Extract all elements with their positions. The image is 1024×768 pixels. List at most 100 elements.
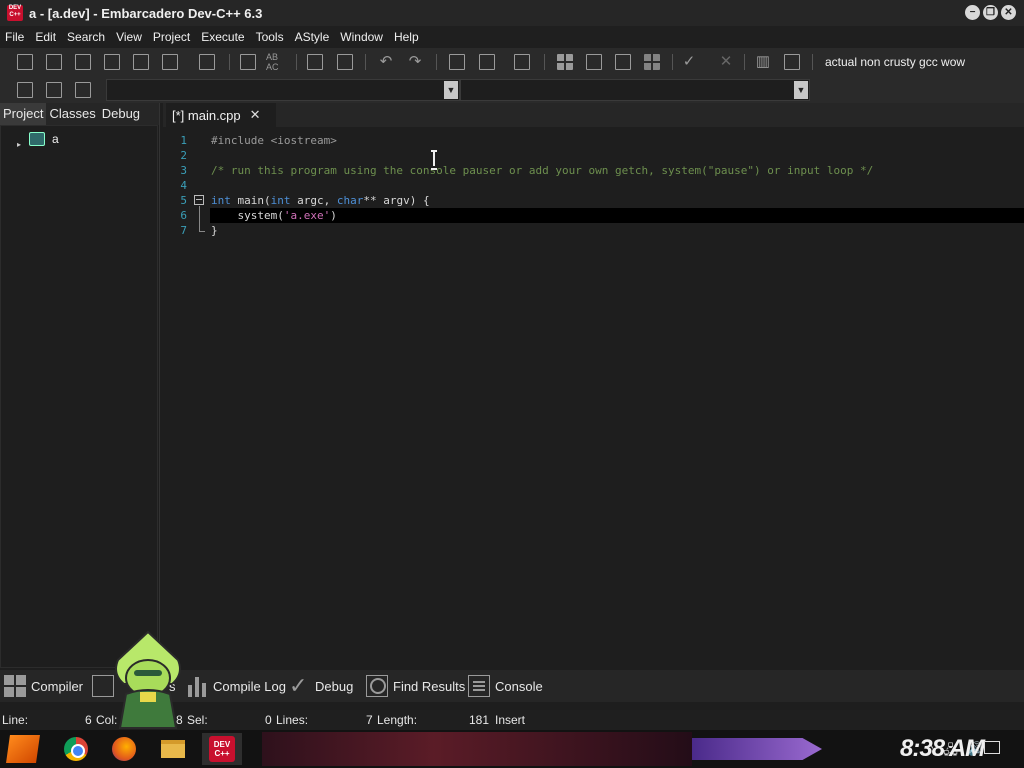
toolbar-separator bbox=[365, 54, 366, 70]
tab-project[interactable]: Project bbox=[0, 103, 47, 125]
menu-astyle[interactable]: AStyle bbox=[294, 30, 336, 44]
fold-toggle-icon[interactable] bbox=[194, 195, 204, 205]
project-options-button[interactable] bbox=[511, 51, 533, 73]
expand-arrow-icon[interactable]: ▸ bbox=[17, 140, 21, 149]
minimize-button[interactable]: − bbox=[965, 5, 980, 20]
code-line-7: } bbox=[210, 223, 1024, 238]
window-title: a - [a.dev] - Embarcadero Dev-C++ 6.3 bbox=[29, 5, 263, 21]
save-all-button[interactable] bbox=[101, 51, 123, 73]
code-text: } bbox=[211, 224, 218, 237]
taskbar-clock[interactable]: 8:38 AM bbox=[900, 735, 985, 763]
project-icon bbox=[29, 132, 45, 146]
redo-button[interactable]: ↷ bbox=[404, 51, 426, 73]
code-text: ** argv) { bbox=[363, 194, 430, 207]
project-panel: Project Classes Debug ▸ a bbox=[0, 103, 160, 668]
tab-compile-log[interactable]: Compile Log bbox=[186, 674, 286, 698]
tree-item-project[interactable]: a bbox=[52, 132, 59, 146]
new-file-button[interactable] bbox=[14, 51, 36, 73]
rebuild-all-button[interactable] bbox=[641, 51, 663, 73]
firefox-taskbar-button[interactable] bbox=[104, 733, 144, 765]
bookmark-icon bbox=[46, 82, 62, 98]
remove-from-project-button[interactable] bbox=[476, 51, 498, 73]
tab-debug[interactable]: Debug bbox=[99, 103, 143, 125]
menu-search[interactable]: Search bbox=[66, 30, 111, 44]
open-button[interactable] bbox=[43, 51, 65, 73]
undo-button[interactable]: ↶ bbox=[375, 51, 397, 73]
compiler-set-dropdown[interactable]: actual non crusty gcc wow bbox=[820, 51, 1016, 73]
devcpp-taskbar-button[interactable]: DEV C++ bbox=[202, 733, 242, 765]
unindent-icon bbox=[337, 54, 353, 70]
notification-center-icon[interactable] bbox=[984, 741, 1000, 754]
tab-find-results[interactable]: Find Results bbox=[366, 674, 465, 698]
keyword: int bbox=[211, 194, 231, 207]
chrome-taskbar-button[interactable] bbox=[56, 733, 96, 765]
save-all-icon bbox=[104, 54, 120, 70]
stop-execution-button[interactable]: ✕ bbox=[715, 51, 737, 73]
line-number-gutter: 1 2 3 4 5 6 7 bbox=[163, 133, 191, 238]
text-cursor-icon bbox=[431, 150, 437, 170]
tab-main-cpp[interactable]: [*] main.cpp ✕ bbox=[166, 103, 276, 127]
console-icon bbox=[468, 675, 490, 697]
close-all-button[interactable] bbox=[159, 51, 181, 73]
function-combo[interactable]: ▼ bbox=[460, 79, 810, 101]
profile-button[interactable]: ▥ bbox=[752, 51, 774, 73]
chevron-down-icon: ▼ bbox=[794, 81, 808, 99]
close-button[interactable]: ✕ bbox=[1001, 5, 1016, 20]
open-folder-icon bbox=[46, 54, 62, 70]
tab-classes[interactable]: Classes bbox=[46, 103, 98, 125]
toolbar-separator bbox=[229, 54, 230, 70]
window-controls: − ❐ ✕ bbox=[965, 5, 1016, 20]
menu-help[interactable]: Help bbox=[393, 30, 425, 44]
delete-profile-icon bbox=[784, 54, 800, 70]
dev-cpp-icon: DEV C++ bbox=[209, 736, 235, 762]
status-lines-value: 7 bbox=[366, 713, 373, 727]
unindent-button[interactable] bbox=[334, 51, 356, 73]
class-combo[interactable]: ▼ bbox=[106, 79, 460, 101]
code-line-6-current: system('a.exe') bbox=[210, 208, 1024, 223]
indent-button[interactable] bbox=[304, 51, 326, 73]
line-number: 5 bbox=[180, 194, 187, 207]
menu-execute[interactable]: Execute bbox=[200, 30, 250, 44]
start-menu-icon[interactable] bbox=[6, 735, 40, 763]
run-button[interactable] bbox=[583, 51, 605, 73]
tab-console[interactable]: Console bbox=[468, 674, 543, 698]
bookmarks-button[interactable] bbox=[72, 79, 94, 101]
save-icon bbox=[75, 54, 91, 70]
compile-button[interactable] bbox=[554, 51, 576, 73]
print-icon bbox=[199, 54, 215, 70]
file-explorer-taskbar-button[interactable] bbox=[153, 733, 193, 765]
menu-window[interactable]: Window bbox=[339, 30, 389, 44]
code-editor[interactable]: 1 2 3 4 5 6 7 #include <iostream> /* run… bbox=[163, 127, 1024, 668]
bookmark-button[interactable] bbox=[43, 79, 65, 101]
restore-button[interactable]: ❐ bbox=[983, 5, 998, 20]
string-literal: 'a.exe' bbox=[283, 209, 331, 222]
close-icon[interactable]: ✕ bbox=[250, 107, 261, 123]
menu-project[interactable]: Project bbox=[152, 30, 196, 44]
indent-icon bbox=[307, 54, 323, 70]
delete-profile-button[interactable] bbox=[781, 51, 803, 73]
compile-run-button[interactable] bbox=[612, 51, 634, 73]
run-window-icon bbox=[586, 54, 602, 70]
menu-tools[interactable]: Tools bbox=[255, 30, 290, 44]
find-results-icon bbox=[366, 675, 388, 697]
status-length-value: 181 bbox=[469, 713, 490, 727]
search-icon bbox=[240, 54, 256, 70]
find-button[interactable] bbox=[237, 51, 259, 73]
goto-button[interactable] bbox=[14, 79, 36, 101]
add-to-project-button[interactable] bbox=[446, 51, 468, 73]
menu-edit[interactable]: Edit bbox=[34, 30, 62, 44]
print-button[interactable] bbox=[196, 51, 218, 73]
menu-file[interactable]: File bbox=[4, 30, 30, 44]
toolbar-separator bbox=[296, 54, 297, 70]
menu-view[interactable]: View bbox=[115, 30, 148, 44]
tab-compiler[interactable]: Compiler bbox=[4, 674, 83, 698]
close-file-button[interactable] bbox=[130, 51, 152, 73]
tab-debug-output[interactable]: Debug bbox=[288, 673, 353, 699]
toolbar-separator bbox=[672, 54, 673, 70]
replace-button[interactable]: AB AC bbox=[266, 51, 288, 73]
status-length-label: Length: bbox=[377, 713, 418, 727]
syntax-check-button[interactable]: ✓ bbox=[678, 51, 700, 73]
comment: /* run this program using the console pa… bbox=[211, 164, 874, 177]
save-button[interactable] bbox=[72, 51, 94, 73]
bookmarks-icon bbox=[75, 82, 91, 98]
